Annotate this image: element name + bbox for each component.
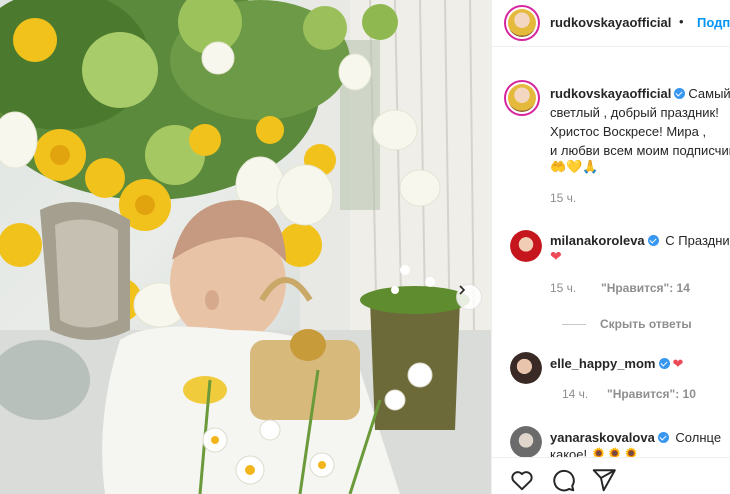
heart-emoji: ❤ <box>550 249 562 265</box>
post-photo[interactable] <box>0 0 491 494</box>
caption-line-4: и любви всем моим подписчикам <box>550 143 730 158</box>
author-avatar[interactable] <box>504 5 540 41</box>
like-button[interactable] <box>509 467 535 493</box>
caption-line-3: Христос Воскресе! Мира , <box>550 124 707 139</box>
share-button[interactable] <box>591 467 617 493</box>
comment-likes[interactable]: "Нравится": 10 <box>607 387 696 401</box>
verified-icon <box>657 432 669 443</box>
caption-line-2: светлый , добрый праздник! <box>550 105 719 120</box>
photo-illustration <box>0 0 491 494</box>
comment-3: yanaraskovalova Солнце <box>550 430 722 445</box>
divider-line <box>562 324 586 326</box>
comment-icon <box>553 469 575 492</box>
heart-icon <box>511 471 533 491</box>
comment-likes[interactable]: "Нравится": 14 <box>601 281 690 295</box>
verified-icon <box>674 88 686 99</box>
verified-icon <box>658 358 670 369</box>
caption-username[interactable]: rudkovskayaofficial <box>550 86 671 101</box>
heart-emoji: ❤ <box>672 357 684 372</box>
caption-time[interactable]: 15 ч. <box>550 191 576 205</box>
post-sidebar: rudkovskayaofficial • Подписаться rudkov… <box>491 0 730 494</box>
share-icon <box>592 469 616 492</box>
follow-button[interactable]: Подписаться <box>697 15 730 30</box>
next-photo-button[interactable] <box>456 284 482 310</box>
comment-username[interactable]: milanakoroleva <box>550 233 645 248</box>
chevron-right-icon <box>459 285 466 295</box>
comment-button[interactable] <box>550 467 576 493</box>
caption-emoji: 🤲💛🙏 <box>550 160 599 175</box>
hide-replies-button[interactable]: Скрыть ответы <box>562 317 692 331</box>
comment-1: milanakoroleva С Праздником <box>550 233 730 248</box>
comment-2: elle_happy_mom ❤ <box>550 356 683 372</box>
comment-avatar-milanakoroleva[interactable] <box>510 230 542 262</box>
separator-dot: • <box>679 14 684 29</box>
caption-line-1: rudkovskayaofficial Самый <box>550 86 730 101</box>
comment-time[interactable]: 14 ч. <box>562 387 588 401</box>
author-username[interactable]: rudkovskayaofficial <box>550 15 671 30</box>
post-header: rudkovskayaofficial • Подписаться <box>492 0 730 47</box>
comment-time[interactable]: 15 ч. <box>550 281 576 295</box>
comment-avatar-yanaraskovalova[interactable] <box>510 426 542 458</box>
caption-avatar[interactable] <box>504 80 540 116</box>
action-bar <box>492 457 730 494</box>
comment-username[interactable]: elle_happy_mom <box>550 356 656 371</box>
comment-username[interactable]: yanaraskovalova <box>550 430 655 445</box>
comment-avatar-elle-happy-mom[interactable] <box>510 352 542 384</box>
verified-icon <box>647 235 659 246</box>
